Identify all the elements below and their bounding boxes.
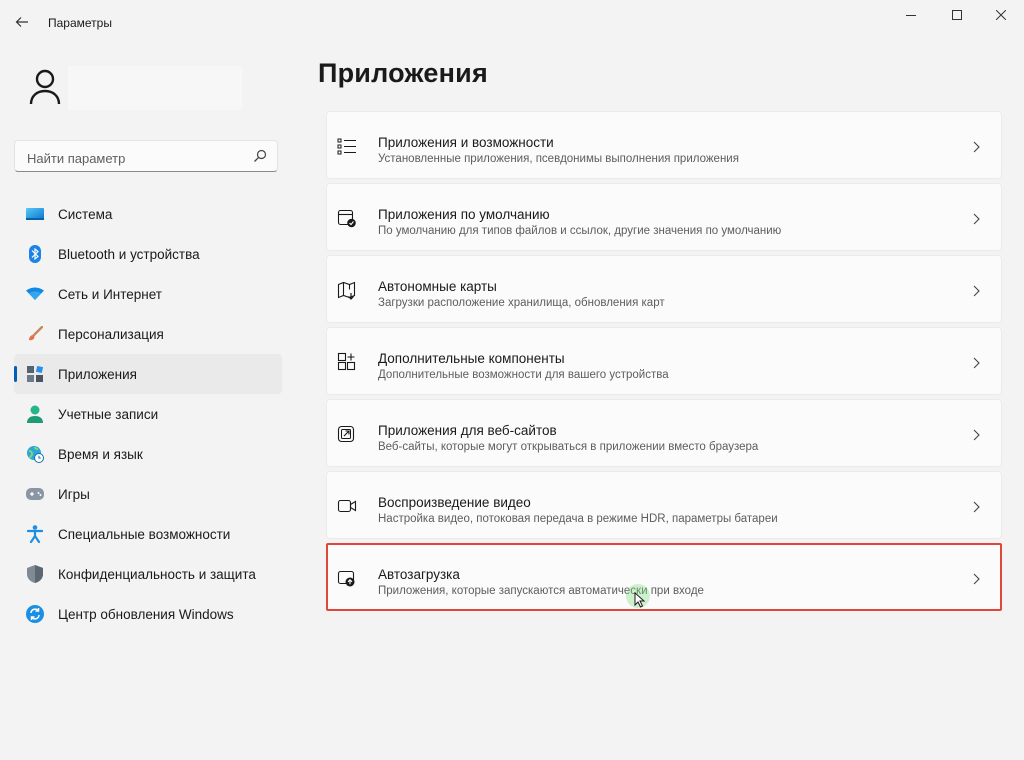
sidebar-item-system[interactable]: Система (14, 194, 282, 234)
settings-list: Приложения и возможности Установленные п… (326, 111, 1002, 615)
settings-item-default-apps[interactable]: Приложения по умолчанию По умолчанию для… (326, 183, 1002, 251)
sidebar-item-label: Система (58, 206, 113, 222)
sidebar-item-privacy[interactable]: Конфиденциальность и защита (14, 554, 282, 594)
settings-item-title: Приложения для веб-сайтов (378, 423, 557, 438)
chevron-right-icon (973, 573, 980, 585)
settings-item-title: Автозагрузка (378, 567, 460, 582)
sidebar-item-accessibility[interactable]: Специальные возможности (14, 514, 282, 554)
account-icon (26, 405, 44, 423)
search-input[interactable] (25, 147, 249, 169)
settings-item-subtitle: Установленные приложения, псевдонимы вып… (378, 153, 739, 165)
sidebar-item-windows-update[interactable]: Центр обновления Windows (14, 594, 282, 634)
sidebar-nav: Система Bluetooth и устройства Сеть и Ин… (14, 194, 282, 634)
sidebar-item-bluetooth[interactable]: Bluetooth и устройства (14, 234, 282, 274)
sync-icon (26, 605, 44, 623)
globe-clock-icon (26, 445, 44, 463)
settings-item-video-playback[interactable]: Воспроизведение видео Настройка видео, п… (326, 471, 1002, 539)
sidebar-item-label: Сеть и Интернет (58, 286, 162, 302)
video-icon (337, 499, 357, 513)
apps-icon (26, 365, 44, 383)
accessibility-icon (26, 525, 44, 543)
page-title: Приложения (318, 58, 488, 88)
settings-item-subtitle: Дополнительные возможности для вашего ус… (378, 369, 669, 381)
sidebar-item-label: Специальные возможности (58, 526, 231, 542)
settings-item-subtitle: Настройка видео, потоковая передача в ре… (378, 513, 778, 525)
sidebar-item-label: Персонализация (58, 326, 164, 342)
sidebar-item-time-language[interactable]: Время и язык (14, 434, 282, 474)
settings-item-title: Автономные карты (378, 279, 497, 294)
sidebar-item-apps[interactable]: Приложения (14, 354, 282, 394)
close-icon (996, 10, 1006, 20)
display-icon (26, 205, 44, 223)
bluetooth-icon (26, 245, 44, 263)
user-avatar-icon (29, 69, 61, 105)
open-link-icon (337, 425, 355, 443)
chevron-right-icon (973, 357, 980, 369)
sidebar-item-label: Учетные записи (58, 406, 159, 422)
chevron-right-icon (973, 501, 980, 513)
title-bar: Параметры (0, 0, 1024, 44)
settings-item-subtitle: Приложения, которые запускаются автомати… (378, 585, 704, 597)
settings-item-optional-features[interactable]: Дополнительные компоненты Дополнительные… (326, 327, 1002, 395)
sidebar-item-accounts[interactable]: Учетные записи (14, 394, 282, 434)
maximize-icon (952, 10, 962, 20)
search-icon (254, 149, 267, 162)
chevron-right-icon (973, 141, 980, 153)
maximize-button[interactable] (934, 0, 980, 30)
settings-item-subtitle: По умолчанию для типов файлов и ссылок, … (378, 225, 782, 237)
app-title: Параметры (48, 16, 112, 30)
startup-icon (337, 570, 355, 587)
map-icon (337, 281, 356, 300)
sidebar-item-network[interactable]: Сеть и Интернет (14, 274, 282, 314)
settings-item-title: Приложения и возможности (378, 135, 554, 150)
list-icon (337, 138, 356, 155)
chevron-right-icon (973, 285, 980, 297)
sidebar-item-label: Время и язык (58, 446, 143, 462)
selected-indicator (14, 366, 17, 382)
brush-icon (26, 325, 44, 343)
settings-item-title: Воспроизведение видео (378, 495, 531, 510)
minimize-button[interactable] (888, 0, 934, 30)
sidebar-item-label: Игры (58, 486, 90, 502)
settings-item-subtitle: Веб-сайты, которые могут открываться в п… (378, 441, 759, 453)
settings-item-offline-maps[interactable]: Автономные карты Загрузки расположение х… (326, 255, 1002, 323)
user-profile[interactable] (22, 64, 282, 112)
sidebar-item-label: Конфиденциальность и защита (58, 566, 256, 582)
chevron-right-icon (973, 429, 980, 441)
sidebar-item-label: Bluetooth и устройства (58, 246, 200, 262)
back-arrow-icon (15, 17, 28, 27)
user-name-area (68, 66, 242, 110)
shield-icon (26, 565, 44, 583)
settings-item-title: Дополнительные компоненты (378, 351, 565, 366)
sidebar-item-gaming[interactable]: Игры (14, 474, 282, 514)
close-button[interactable] (978, 0, 1024, 30)
settings-item-apps-features[interactable]: Приложения и возможности Установленные п… (326, 111, 1002, 179)
settings-item-subtitle: Загрузки расположение хранилища, обновле… (378, 297, 665, 309)
sidebar-item-label: Приложения (58, 366, 137, 382)
gamepad-icon (26, 485, 44, 503)
settings-item-title: Приложения по умолчанию (378, 207, 550, 222)
sidebar-item-label: Центр обновления Windows (58, 606, 234, 622)
add-components-icon (337, 352, 356, 371)
sidebar-item-personalization[interactable]: Персонализация (14, 314, 282, 354)
default-apps-icon (337, 209, 356, 228)
settings-item-startup[interactable]: Автозагрузка Приложения, которые запуска… (326, 543, 1002, 611)
chevron-right-icon (973, 213, 980, 225)
back-button[interactable] (8, 10, 36, 34)
wifi-icon (26, 285, 44, 303)
minimize-icon (906, 15, 916, 16)
search-box[interactable] (14, 140, 278, 172)
settings-item-apps-for-websites[interactable]: Приложения для веб-сайтов Веб-сайты, кот… (326, 399, 1002, 467)
